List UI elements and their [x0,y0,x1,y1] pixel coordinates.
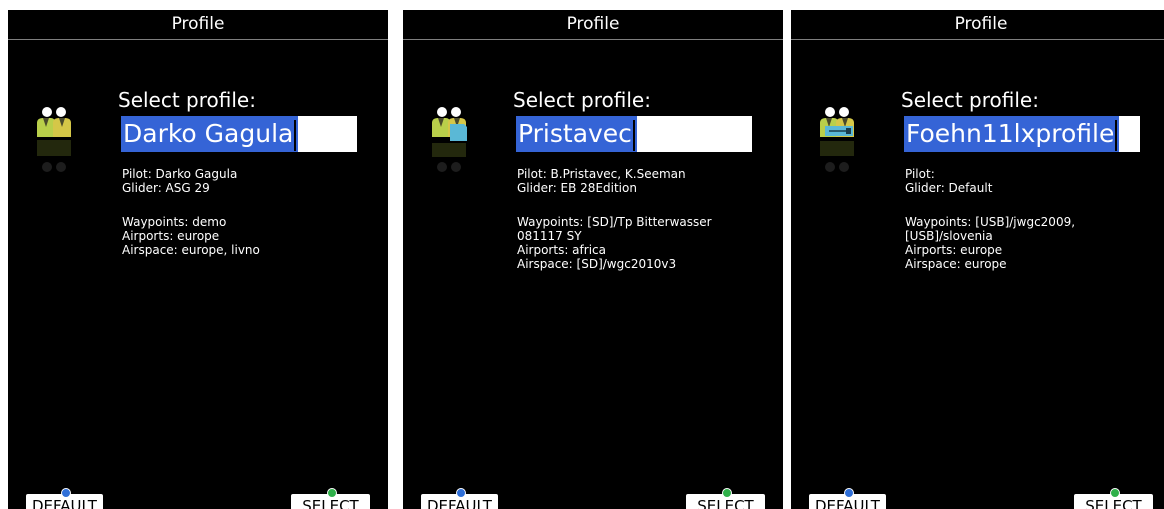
database-info: Waypoints: demo Airports: europe Airspac… [122,215,260,257]
default-button-label: DEFAULT [815,497,880,509]
profile-select-field[interactable]: Pristavec [516,116,752,152]
database-info: Waypoints: [SD]/Tp Bitterwasser 081117 S… [517,215,712,271]
pilot-info: Pilot: Glider: Default [905,167,1164,195]
glider-line: Glider: EB 28Edition [517,181,637,195]
green-key-indicator-icon [326,488,337,498]
profile-select-field[interactable]: Darko Gagula [121,116,357,152]
profile-name-value: Darko Gagula [123,119,294,148]
green-key-indicator-icon [721,488,732,498]
pilots-icon [37,107,71,172]
default-button[interactable]: DEFAULT [26,488,103,509]
profile-screen-1: Profile Select profile: Darko Gagula Pil… [8,10,388,509]
select-button-label: SELECT [302,497,359,509]
text-caret [294,119,297,151]
select-profile-label: Select profile: [901,88,1039,112]
select-button-label: SELECT [697,497,754,509]
blue-key-indicator-icon [455,488,466,498]
select-button[interactable]: SELECT [686,488,765,509]
default-button[interactable]: DEFAULT [809,488,886,509]
pilot-line: Pilot: B.Pristavec, K.Seeman [517,167,686,181]
blue-key-indicator-icon [843,488,854,498]
profile-name-value: Pristavec [518,119,632,148]
pilot-info: Pilot: B.Pristavec, K.Seeman Glider: EB 2… [517,167,777,195]
select-profile-label: Select profile: [118,88,256,112]
title-bar: Profile [403,10,783,40]
title-bar: Profile [8,10,388,40]
profile-screens: Profile Select profile: Darko Gagula Pil… [0,0,1164,509]
pilot-line: Pilot: Darko Gagula [122,167,238,181]
pilots-sd-card-icon [432,107,467,172]
default-button-label: DEFAULT [427,497,492,509]
text-caret [632,119,635,151]
profile-screen-2: Profile Select profile: Pristavec Pilot:… [403,10,783,509]
default-button[interactable]: DEFAULT [421,488,498,509]
green-key-indicator-icon [1109,488,1120,498]
select-button[interactable]: SELECT [291,488,370,509]
profile-select-field[interactable]: Foehn11lxprofile [904,116,1140,152]
profile-name-value: Foehn11lxprofile [906,119,1115,148]
default-button-label: DEFAULT [32,497,97,509]
select-profile-label: Select profile: [513,88,651,112]
glider-line: Glider: ASG 29 [122,181,210,195]
database-info: Waypoints: [USB]/jwgc2009, [USB]/sloveni… [905,215,1076,271]
title-bar: Profile [791,10,1164,40]
pilot-info: Pilot: Darko Gagula Glider: ASG 29 [122,167,382,195]
pilot-line: Pilot: [905,167,935,181]
pilots-usb-icon [820,107,854,172]
text-caret [1115,119,1118,151]
select-button[interactable]: SELECT [1074,488,1153,509]
glider-line: Glider: Default [905,181,993,195]
blue-key-indicator-icon [60,488,71,498]
select-button-label: SELECT [1085,497,1142,509]
profile-screen-3: Profile Select profile: Foehn11lxprofile… [791,10,1164,509]
